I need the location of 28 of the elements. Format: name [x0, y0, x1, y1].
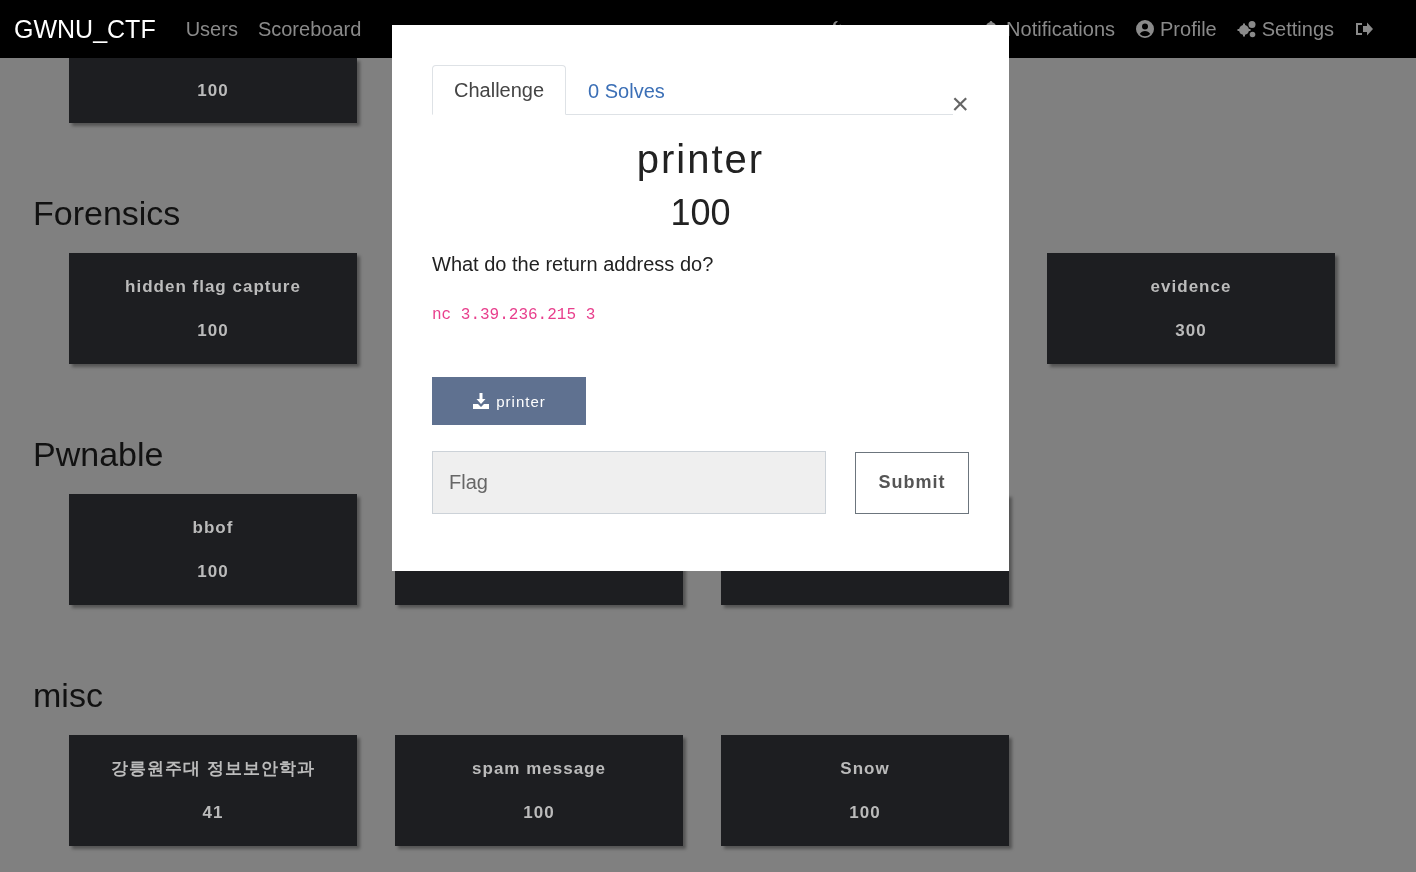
challenge-card[interactable]: hidden flag capture 100 — [69, 253, 357, 364]
tab[interactable]: 0 Solves — [566, 65, 687, 115]
flag-input[interactable]: Flag — [432, 451, 827, 514]
challenge-title: printer — [635, 136, 766, 183]
download-icon — [472, 392, 491, 410]
close-button[interactable]: × — [951, 89, 969, 119]
category-heading: misc — [33, 675, 103, 715]
challenge-card[interactable]: Snow 100 — [721, 735, 1009, 846]
nav-link[interactable]: Users — [185, 17, 238, 41]
connection-command: nc 3.39.236.215 3 — [432, 306, 597, 324]
nav-link[interactable]: Settings — [1236, 17, 1334, 41]
challenge-card[interactable]: evidence 300 — [1047, 253, 1335, 364]
challenge-card[interactable]: 강릉원주대 정보보안학과 41 — [69, 735, 357, 846]
user-icon — [1135, 19, 1156, 39]
category-heading: Pwnable — [33, 434, 164, 474]
brand-logo[interactable]: GWNU_CTF — [14, 14, 156, 44]
challenge-card[interactable]: bbof 100 — [69, 494, 357, 605]
settings-icon — [1236, 19, 1257, 39]
nav-link[interactable]: Scoreboard — [257, 17, 362, 41]
challenge-description: What do the return address do? — [432, 253, 715, 276]
tab[interactable]: Challenge — [432, 65, 567, 115]
challenge-points: 100 — [669, 191, 732, 235]
nav-link[interactable]: Profile — [1135, 17, 1217, 41]
challenge-card[interactable]: 100 — [69, 58, 357, 123]
challenge-card[interactable]: spam message 100 — [395, 735, 683, 846]
download-button[interactable]: printer — [432, 377, 586, 425]
submit-button[interactable]: Submit — [855, 451, 969, 514]
category-heading: Forensics — [33, 193, 181, 233]
